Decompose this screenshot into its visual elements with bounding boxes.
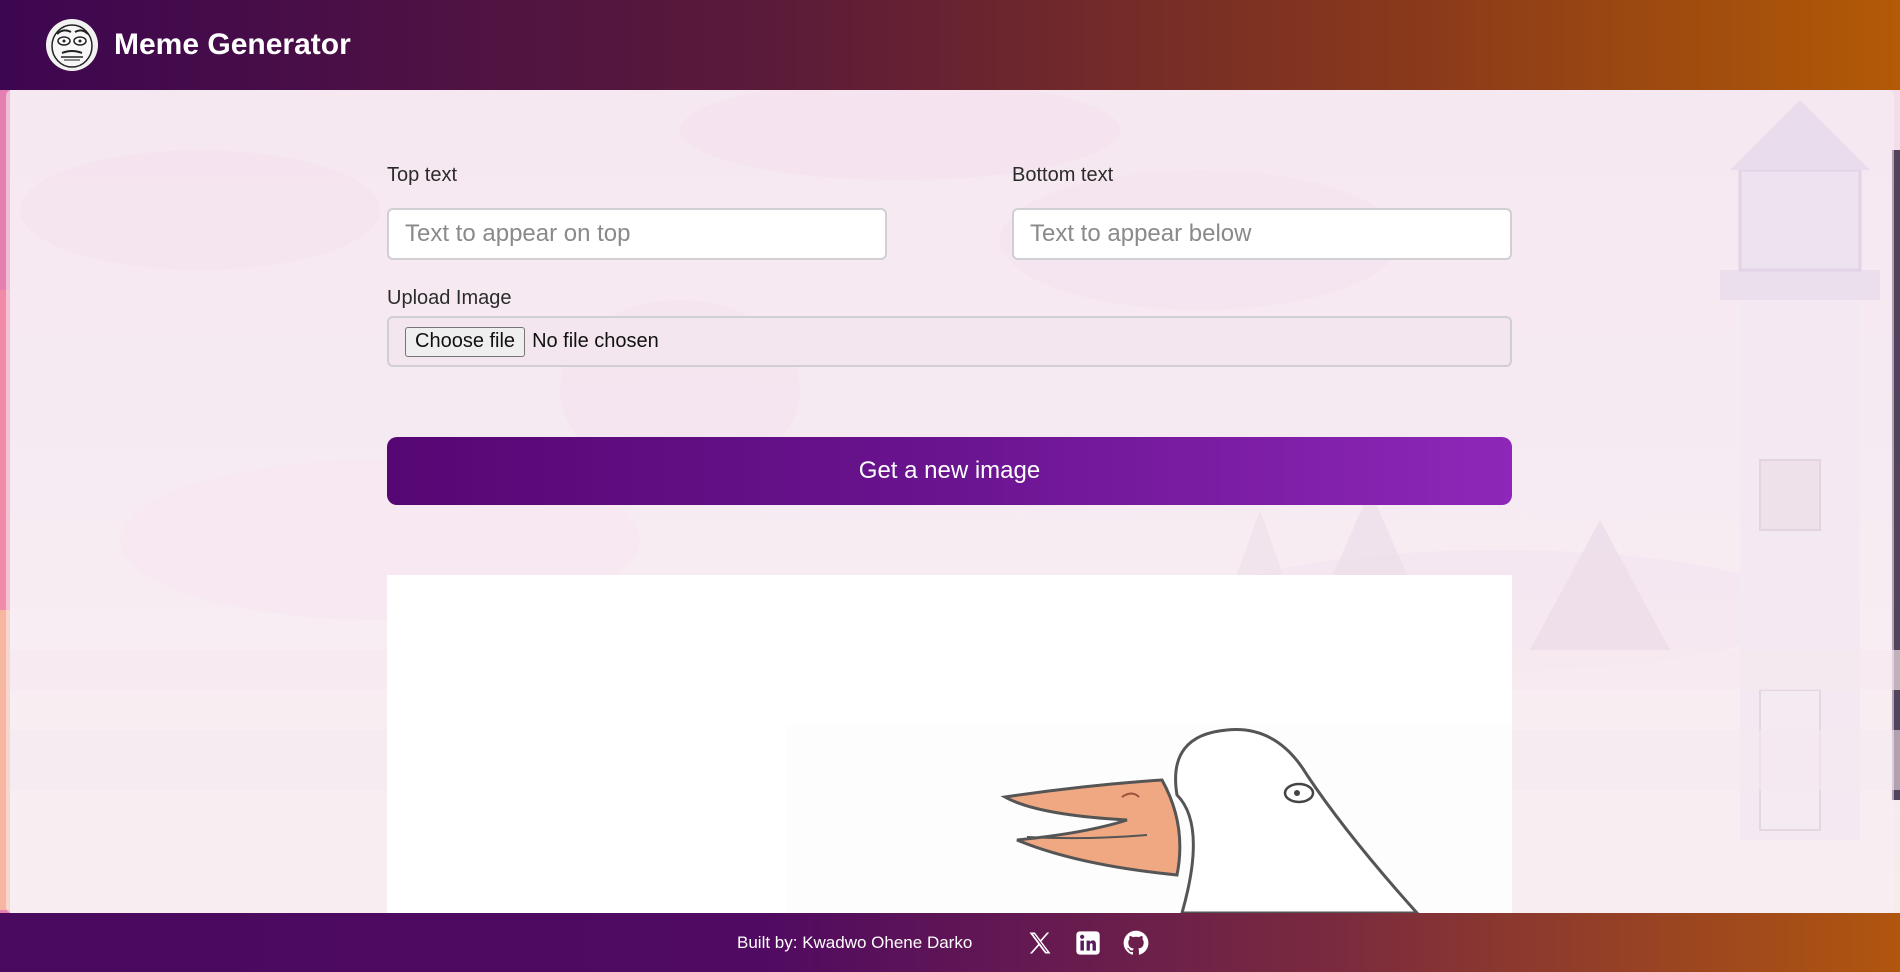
upload-image-label: Upload Image	[387, 287, 512, 309]
me-gusta-face-icon	[46, 19, 98, 71]
file-status-text: No file chosen	[532, 330, 659, 352]
app-title: Meme Generator	[114, 28, 351, 61]
goose-drawing-icon	[387, 575, 1512, 913]
get-new-image-button[interactable]: Get a new image	[387, 437, 1512, 505]
top-text-label: Top text	[387, 164, 458, 186]
app-header: Meme Generator	[0, 0, 1900, 90]
bottom-text-label: Bottom text	[1012, 164, 1114, 186]
footer-credit: Built by: Kwadwo Ohene Darko	[737, 933, 973, 952]
github-icon[interactable]	[1122, 929, 1150, 957]
linkedin-icon[interactable]	[1074, 929, 1102, 957]
choose-file-button[interactable]: Choose file	[405, 326, 526, 357]
app-footer: Built by: Kwadwo Ohene Darko	[0, 913, 1900, 972]
bottom-text-input[interactable]	[1012, 208, 1512, 260]
top-text-input[interactable]	[387, 208, 887, 260]
file-upload-field[interactable]: Choose file No file chosen	[387, 316, 1512, 367]
meme-image-preview	[387, 575, 1512, 913]
x-twitter-icon[interactable]	[1026, 929, 1054, 957]
